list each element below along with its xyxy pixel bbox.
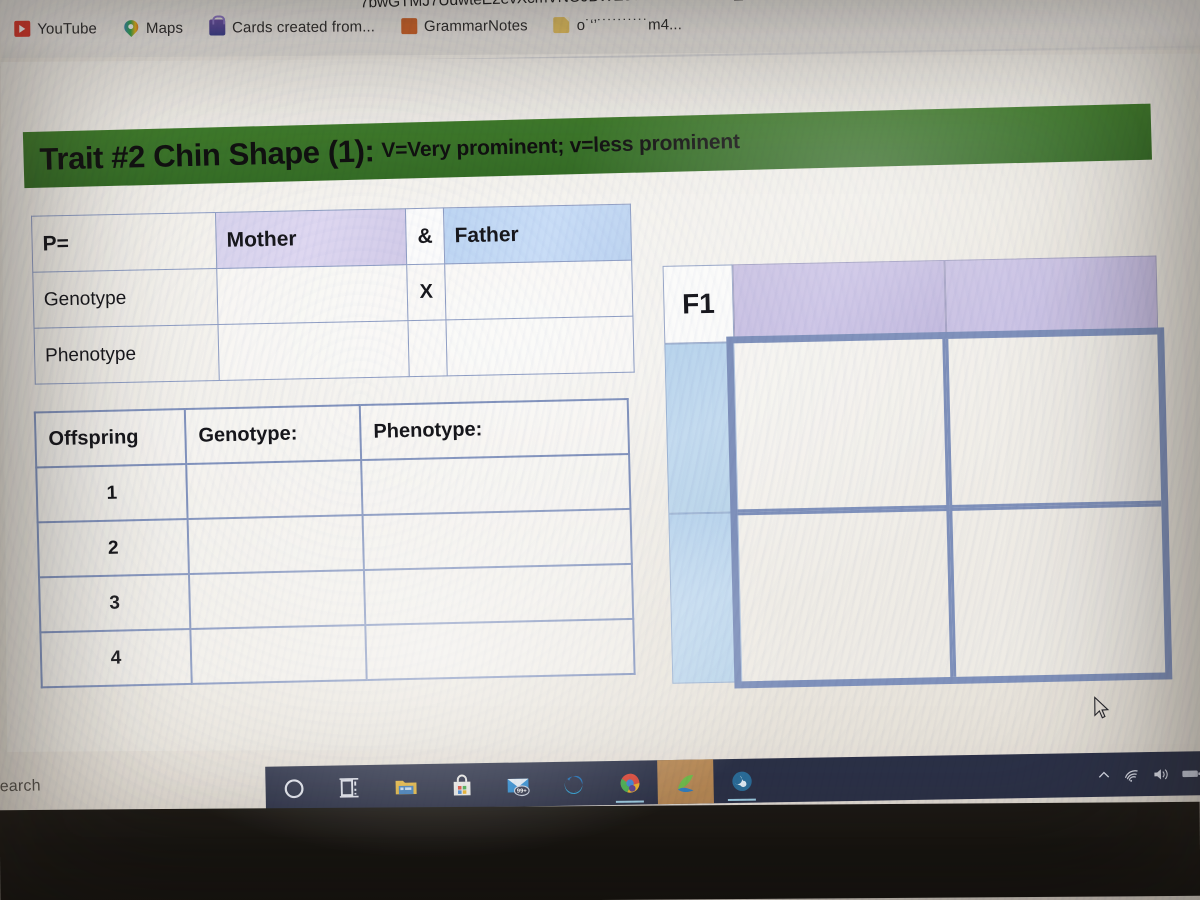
banner-title: Trait #2 Chin Shape (1): bbox=[39, 133, 375, 177]
punnett-grid bbox=[726, 327, 1173, 689]
table-row: Phenotype bbox=[34, 316, 635, 385]
steam-icon[interactable] bbox=[713, 758, 770, 803]
offspring-number: 2 bbox=[37, 519, 189, 578]
offspring-number: 3 bbox=[39, 573, 191, 633]
offspring-genotype-cell[interactable] bbox=[187, 515, 364, 574]
bookmark-cards-created-from[interactable]: Cards created from... bbox=[208, 17, 376, 36]
published-document-page: Trait #2 Chin Shape (1): V=Very prominen… bbox=[0, 53, 1200, 752]
microsoft-store-icon[interactable] bbox=[433, 763, 490, 808]
row-label-genotype: Genotype bbox=[32, 268, 219, 329]
offspring-genotype-cell[interactable] bbox=[186, 460, 363, 520]
cell-mother-genotype[interactable] bbox=[216, 264, 408, 325]
screen-content: YouTube Maps Cards created from... Gramm… bbox=[0, 0, 1200, 812]
parent-generation-table: P= Mother & Father Genotype X Phenotype bbox=[31, 204, 635, 385]
f1-punnett-square: F1 bbox=[662, 255, 1173, 705]
cell-ampersand: & bbox=[405, 207, 445, 265]
bookmark-maps[interactable]: Maps bbox=[123, 19, 183, 36]
cell-mid-phenotype bbox=[407, 319, 448, 377]
punnett-column-header-2[interactable] bbox=[944, 255, 1159, 338]
chevron-up-icon[interactable] bbox=[1096, 767, 1111, 782]
banner-legend: V=Very prominent; v=less prominent bbox=[381, 130, 741, 163]
offspring-number: 1 bbox=[36, 464, 188, 523]
offspring-number: 4 bbox=[40, 628, 192, 688]
offspring-phenotype-cell[interactable] bbox=[363, 563, 634, 626]
wifi-icon[interactable] bbox=[1123, 767, 1140, 782]
column-header-genotype: Genotype: bbox=[184, 405, 362, 465]
punnett-cell[interactable] bbox=[949, 503, 1166, 677]
f1-label: F1 bbox=[681, 287, 716, 320]
cell-mother-header[interactable]: Mother bbox=[215, 208, 407, 269]
youtube-icon bbox=[14, 20, 31, 37]
bookmark-label: YouTube bbox=[37, 19, 98, 38]
mouse-cursor bbox=[1094, 696, 1110, 719]
offspring-phenotype-cell[interactable] bbox=[361, 453, 631, 516]
trait-title-banner: Trait #2 Chin Shape (1): V=Very prominen… bbox=[22, 103, 1153, 189]
punnett-cell[interactable] bbox=[737, 507, 954, 682]
column-header-offspring: Offspring bbox=[34, 409, 187, 468]
mail-badge-count: 99+ bbox=[516, 788, 527, 794]
row-label-p: P= bbox=[31, 212, 217, 273]
volume-icon[interactable] bbox=[1152, 766, 1169, 781]
system-tray bbox=[1096, 765, 1200, 782]
file-explorer-icon[interactable] bbox=[377, 764, 434, 809]
mail-icon[interactable]: 99+ bbox=[489, 762, 546, 807]
cortana-icon[interactable] bbox=[265, 766, 322, 811]
edge-icon[interactable] bbox=[545, 761, 602, 806]
monitor-bezel-bottom bbox=[0, 801, 1200, 900]
punnett-cell[interactable] bbox=[733, 338, 950, 513]
offspring-table: Offspring Genotype: Phenotype: 1 2 3 4 bbox=[33, 397, 636, 689]
cell-father-phenotype[interactable] bbox=[445, 316, 635, 376]
bookmark-youtube[interactable]: YouTube bbox=[14, 20, 97, 38]
punnett-corner-label: F1 bbox=[662, 264, 735, 344]
cell-father-header[interactable]: Father bbox=[443, 204, 632, 264]
offspring-genotype-cell[interactable] bbox=[188, 570, 366, 629]
windows-taskbar: 99+ bbox=[265, 750, 1200, 811]
maps-pin-icon bbox=[123, 20, 139, 36]
bookmark-label: Maps bbox=[145, 19, 184, 37]
shopping-bag-icon bbox=[208, 19, 226, 36]
offspring-phenotype-cell[interactable] bbox=[365, 618, 635, 680]
punnett-cell[interactable] bbox=[945, 334, 1162, 508]
photos-icon[interactable] bbox=[657, 759, 714, 805]
cell-mother-phenotype[interactable] bbox=[218, 320, 410, 381]
column-header-phenotype: Phenotype: bbox=[359, 398, 630, 461]
windows-search-box[interactable]: search bbox=[0, 777, 41, 796]
cell-cross-symbol: X bbox=[406, 263, 446, 321]
offspring-phenotype-cell[interactable] bbox=[362, 508, 632, 571]
bookmark-label: Cards created from... bbox=[231, 17, 376, 36]
cell-father-genotype[interactable] bbox=[444, 260, 633, 320]
row-label-phenotype: Phenotype bbox=[34, 324, 220, 385]
offspring-genotype-cell[interactable] bbox=[190, 625, 367, 684]
punnett-column-header-1[interactable] bbox=[732, 259, 947, 343]
chrome-icon[interactable] bbox=[601, 760, 658, 805]
battery-icon[interactable] bbox=[1181, 767, 1200, 779]
task-view-icon[interactable] bbox=[321, 765, 378, 810]
